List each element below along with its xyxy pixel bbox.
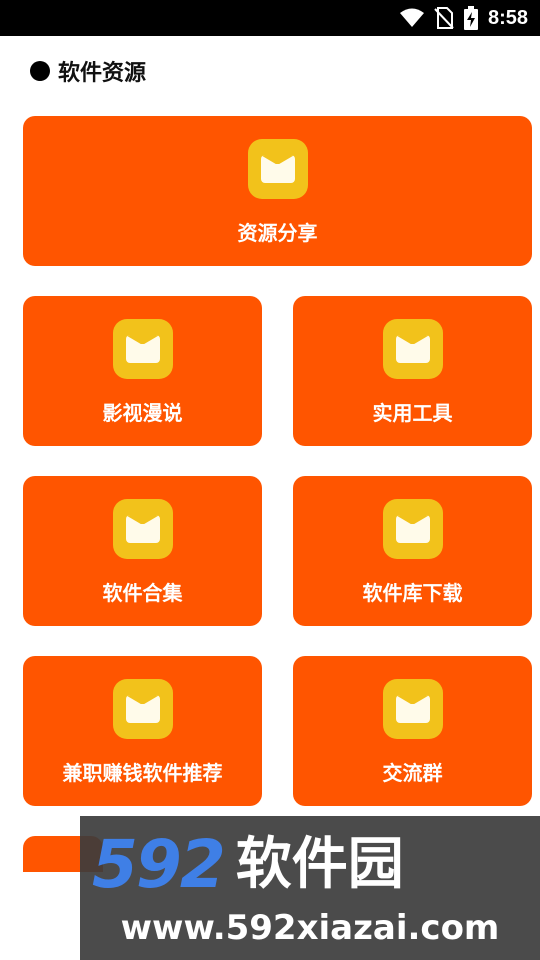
card-label: 软件合集 xyxy=(102,581,183,605)
watermark-name: 软件园 xyxy=(235,832,404,897)
card-utility-tools[interactable]: 实用工具 xyxy=(293,296,532,446)
watermark-url: www.592xiazai.com xyxy=(120,908,500,948)
folder-icon xyxy=(382,679,443,739)
watermark-overlay: 592 软件园 www.592xiazai.com xyxy=(80,816,540,960)
watermark-digits: 592 xyxy=(92,826,226,903)
card-part-time-earning-apps[interactable]: 兼职赚钱软件推荐 xyxy=(23,656,262,806)
folder-icon xyxy=(112,319,173,379)
card-software-collection[interactable]: 软件合集 xyxy=(23,476,262,626)
bullet-dot-icon xyxy=(30,61,50,81)
folder-icon xyxy=(112,679,173,739)
no-sim-icon xyxy=(434,7,454,29)
card-label: 资源分享 xyxy=(237,221,318,245)
card-software-library-download[interactable]: 软件库下载 xyxy=(293,476,532,626)
folder-icon xyxy=(382,319,443,379)
folder-icon xyxy=(382,499,443,559)
battery-charging-icon xyxy=(463,6,478,30)
card-label: 兼职赚钱软件推荐 xyxy=(62,761,223,785)
folder-icon xyxy=(112,499,173,559)
card-resource-share[interactable]: 资源分享 xyxy=(23,116,532,266)
watermark-logo: 592 软件园 xyxy=(80,830,540,900)
folder-icon xyxy=(247,139,308,199)
card-label: 实用工具 xyxy=(372,401,453,425)
status-icons: 8:58 xyxy=(399,0,528,36)
status-time: 8:58 xyxy=(487,6,528,29)
section-title: 软件资源 xyxy=(58,61,147,86)
card-label: 软件库下载 xyxy=(362,581,463,605)
card-label: 交流群 xyxy=(382,761,443,785)
status-bar: 8:58 xyxy=(0,0,540,36)
card-label: 影视漫说 xyxy=(102,401,183,425)
card-chat-group[interactable]: 交流群 xyxy=(293,656,532,806)
wifi-icon xyxy=(399,8,424,28)
section-header: 软件资源 xyxy=(30,56,146,86)
card-film-commentary[interactable]: 影视漫说 xyxy=(23,296,262,446)
